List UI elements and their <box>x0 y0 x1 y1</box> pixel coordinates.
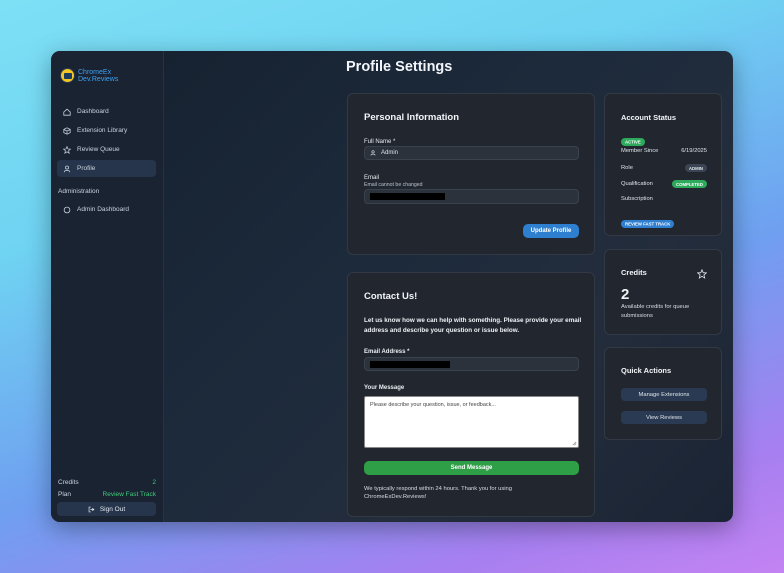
star-icon <box>696 266 708 284</box>
sidebar-item-label: Review Queue <box>77 146 120 153</box>
app-logo[interactable]: ChromeEx Dev.Reviews <box>60 68 118 83</box>
circle-icon <box>63 206 71 214</box>
credits-value: 2 <box>621 286 630 303</box>
sidebar-item-label: Dashboard <box>77 108 109 115</box>
status-badge: ACTIVE <box>621 137 645 146</box>
role-label: Role <box>621 165 633 171</box>
full-name-field[interactable]: Admin <box>364 146 579 160</box>
credits-title: Credits <box>621 268 647 277</box>
full-name-value: Admin <box>381 150 399 156</box>
administration-section-label: Administration <box>58 188 100 195</box>
logo-icon <box>60 68 75 83</box>
star-icon <box>63 145 71 154</box>
sidebar-item-label: Profile <box>77 165 96 172</box>
quick-actions-title: Quick Actions <box>621 366 672 375</box>
email-hint: Email cannot be changed <box>364 182 423 188</box>
member-since-value: 6/19/2025 <box>681 148 707 154</box>
qualification-label: Qualification <box>621 181 653 187</box>
email-label: Email <box>364 175 380 181</box>
sidebar-item-dashboard[interactable]: Dashboard <box>57 103 156 120</box>
contact-description: Let us know how we can help with somethi… <box>364 317 582 334</box>
qualification-badge: COMPLETED <box>672 180 707 188</box>
update-profile-button[interactable]: Update Profile <box>523 224 579 238</box>
page-title: Profile Settings <box>346 59 453 75</box>
account-status-title: Account Status <box>621 113 677 122</box>
user-icon <box>370 150 376 156</box>
email-field <box>364 189 579 204</box>
home-icon <box>63 108 71 116</box>
logo-text-line1: ChromeEx <box>78 68 112 76</box>
sidebar-footer: Credits 2 Plan Review Fast Track <box>58 479 156 503</box>
sidebar-item-admin-dashboard[interactable]: Admin Dashboard <box>57 201 156 218</box>
member-since-label: Member Since <box>621 148 659 154</box>
sidebar-item-profile[interactable]: Profile <box>57 160 156 177</box>
sidebar-item-label: Admin Dashboard <box>77 206 130 213</box>
quick-actions-card: Quick Actions Manage Extensions View Rev… <box>604 347 722 440</box>
sign-out-label: Sign Out <box>99 505 126 513</box>
send-message-button[interactable]: Send Message <box>364 461 579 475</box>
role-badge: ADMIN <box>684 164 707 172</box>
email-address-input[interactable] <box>364 357 579 371</box>
user-icon <box>63 165 71 173</box>
resize-handle-icon[interactable] <box>572 441 577 446</box>
email-address-label: Email Address * <box>364 349 410 355</box>
sidebar: ChromeEx Dev.Reviews Dashboard Extension… <box>51 51 164 522</box>
sidebar-item-label: Extension Library <box>77 127 128 134</box>
view-reviews-button[interactable]: View Reviews <box>621 411 707 424</box>
subscription-label: Subscription <box>621 196 653 202</box>
sign-out-icon <box>88 506 95 513</box>
response-note: We typically respond within 24 hours. Th… <box>364 486 513 500</box>
redacted-email <box>370 360 450 368</box>
contact-us-card: Contact Us! Let us know how we can help … <box>347 272 595 517</box>
personal-information-title: Personal Information <box>364 112 460 123</box>
full-name-label: Full Name * <box>364 139 396 145</box>
manage-extensions-button[interactable]: Manage Extensions <box>621 388 707 401</box>
message-textarea[interactable]: Please describe your question, issue, or… <box>364 396 579 448</box>
contact-us-title: Contact Us! <box>364 291 418 302</box>
logo-text-line2: Dev.Reviews <box>78 75 119 83</box>
cube-icon <box>63 126 71 135</box>
message-placeholder: Please describe your question, issue, or… <box>370 402 496 408</box>
message-label: Your Message <box>364 385 405 391</box>
sidebar-item-review-queue[interactable]: Review Queue <box>57 141 156 158</box>
personal-information-card: Personal Information Full Name * Admin E… <box>347 93 595 255</box>
credits-description: Available credits for queue submissions <box>621 304 690 319</box>
credits-value: 2 <box>152 479 156 486</box>
sidebar-item-extension-library[interactable]: Extension Library <box>57 122 156 139</box>
redacted-email <box>370 193 445 200</box>
subscription-badge: REVIEW FAST TRACK <box>621 219 675 228</box>
account-status-card: Account Status ACTIVE Member Since 6/19/… <box>604 93 722 236</box>
sign-out-button[interactable]: Sign Out <box>57 502 156 516</box>
credits-card: Credits 2 Available credits for queue su… <box>604 249 722 335</box>
credits-label: Credits <box>58 479 79 486</box>
app-window: ChromeEx Dev.Reviews Dashboard Extension… <box>51 51 733 522</box>
sidebar-nav: Dashboard Extension Library Review Queue… <box>57 103 156 179</box>
